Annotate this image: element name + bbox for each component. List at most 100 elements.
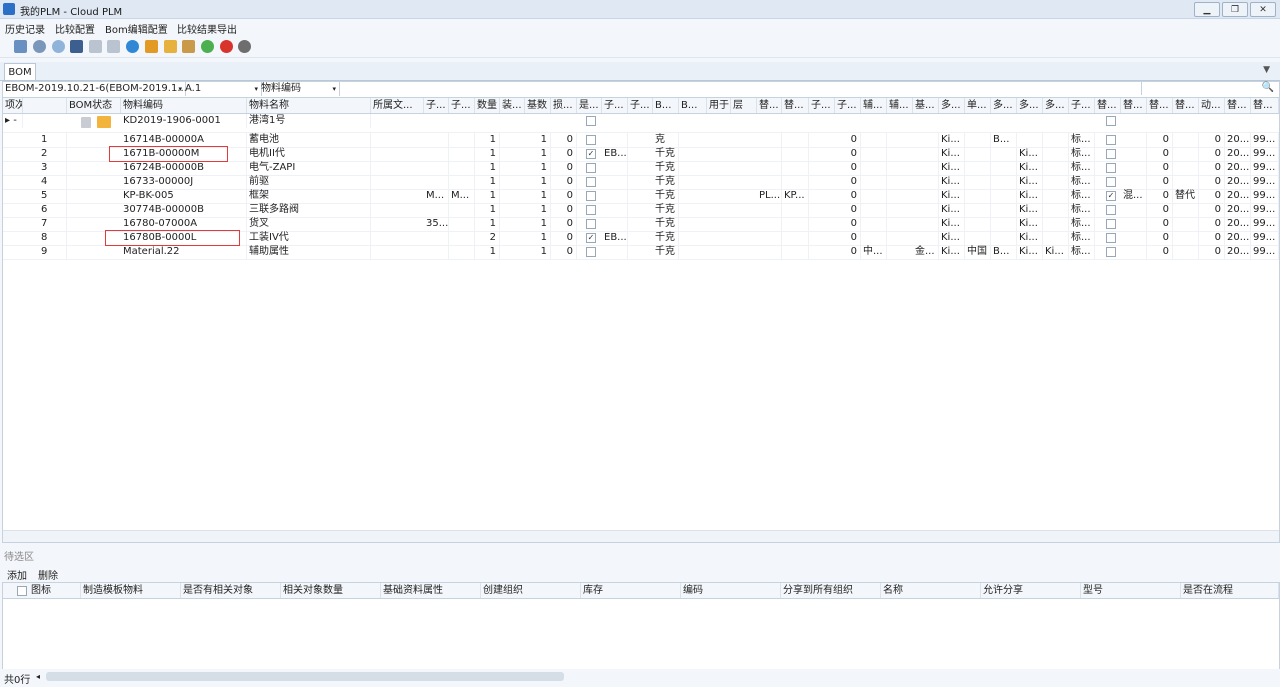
column-header[interactable]: 项次 <box>3 98 23 113</box>
column-header[interactable]: 子... <box>809 98 835 113</box>
bom-version-select[interactable]: EBOM-2019.10.21-6(EBOM-2019.1... ▾ <box>3 82 186 96</box>
restore-button[interactable]: ❐ <box>1222 2 1248 17</box>
is-checkbox[interactable]: ✓ <box>586 233 596 243</box>
replace-checkbox[interactable] <box>1106 177 1116 187</box>
add-button[interactable]: 添加 <box>7 567 27 582</box>
column-header[interactable]: 替... <box>1251 98 1279 113</box>
pending-column-header[interactable]: 基础资料属性 <box>381 583 481 598</box>
horizontal-scroll-thumb[interactable] <box>46 672 564 681</box>
column-header[interactable]: 损... <box>551 98 577 113</box>
pending-column-header[interactable]: 编码 <box>681 583 781 598</box>
grid-horizontal-scrollbar[interactable] <box>3 530 1279 542</box>
column-header[interactable]: 子... <box>628 98 653 113</box>
column-header[interactable]: B... <box>679 98 707 113</box>
menu-history[interactable]: 历史记录 <box>5 21 45 36</box>
tab-bom[interactable]: BOM <box>4 63 36 80</box>
expand-toggle-icon[interactable]: ▸ - <box>3 114 23 128</box>
is-checkbox[interactable] <box>586 219 596 229</box>
column-header[interactable]: 辅... <box>861 98 887 113</box>
search-input[interactable]: 🔍 <box>1141 82 1277 95</box>
column-header[interactable]: 基数 <box>525 98 551 113</box>
pending-column-header[interactable]: 库存 <box>581 583 681 598</box>
column-header[interactable]: 替... <box>757 98 782 113</box>
is-checkbox[interactable] <box>586 163 596 173</box>
column-header[interactable]: 子... <box>1069 98 1095 113</box>
column-header[interactable]: BOM状态 <box>67 98 121 113</box>
replace-checkbox[interactable] <box>1106 233 1116 243</box>
column-header[interactable]: 替... <box>1121 98 1147 113</box>
replace-checkbox[interactable] <box>1106 135 1116 145</box>
table-row[interactable]: 6 30774B-00000B 三联多路阀 1 1 0 千克 0 Ki... Ki... 标... 0… <box>3 203 1279 218</box>
column-header[interactable]: 物料编码 <box>121 98 247 113</box>
new-icon[interactable] <box>14 40 27 53</box>
is-checkbox[interactable]: ✓ <box>586 149 596 159</box>
pending-column-header[interactable]: 是否在流程 <box>1181 583 1279 598</box>
tab-dropdown-icon[interactable]: ▼ <box>1263 65 1270 75</box>
is-checkbox[interactable] <box>586 205 596 215</box>
copy-icon[interactable] <box>145 40 158 53</box>
column-header[interactable]: 替... <box>1095 98 1121 113</box>
column-header[interactable]: 替... <box>1173 98 1199 113</box>
pending-column-header[interactable]: 允许分享 <box>981 583 1081 598</box>
search-icon[interactable]: 🔍 <box>1262 82 1274 93</box>
is-checkbox[interactable] <box>586 191 596 201</box>
column-header[interactable]: 子... <box>602 98 628 113</box>
column-header[interactable]: 基... <box>913 98 939 113</box>
column-header[interactable]: B... <box>653 98 679 113</box>
report-icon[interactable] <box>182 40 195 53</box>
undo-icon[interactable] <box>89 40 102 53</box>
column-header[interactable]: 多... <box>991 98 1017 113</box>
close-button[interactable]: ✕ <box>1250 2 1276 17</box>
refresh-icon[interactable] <box>52 40 65 53</box>
column-header[interactable]: 物料名称 <box>247 98 371 113</box>
pending-column-header[interactable]: 相关对象数量 <box>281 583 381 598</box>
scroll-left-icon[interactable]: ◂ <box>36 672 40 681</box>
column-header[interactable]: 多... <box>1017 98 1043 113</box>
pending-column-header[interactable]: 图标 <box>29 583 81 598</box>
replace-checkbox[interactable] <box>1106 116 1116 126</box>
column-header[interactable]: 装... <box>500 98 525 113</box>
column-header[interactable] <box>23 98 67 113</box>
search-icon[interactable] <box>33 40 46 53</box>
table-row[interactable]: 5 KP-BK-005 框架 M... M... 1 1 0 千克 PL... KP... 0 Ki..… <box>3 189 1279 204</box>
column-header[interactable]: 替... <box>1147 98 1173 113</box>
column-header[interactable]: 辅... <box>887 98 913 113</box>
replace-checkbox[interactable] <box>1106 163 1116 173</box>
replace-checkbox[interactable] <box>1106 149 1116 159</box>
column-header[interactable]: 所属文... <box>371 98 424 113</box>
delete-button[interactable]: 删除 <box>38 567 58 582</box>
is-checkbox[interactable] <box>586 135 596 145</box>
is-checkbox[interactable] <box>586 116 596 126</box>
table-row[interactable]: 4 16733-00000J 前驱 1 1 0 千克 0 Ki... Ki... 标... 0 0 20.… <box>3 175 1279 190</box>
approve-icon[interactable] <box>201 40 214 53</box>
pending-column-header[interactable]: 是否有相关对象 <box>181 583 281 598</box>
pending-column-header[interactable]: 型号 <box>1081 583 1181 598</box>
column-header[interactable]: 层 <box>731 98 757 113</box>
minimize-button[interactable]: ▁ <box>1194 2 1220 17</box>
column-header[interactable]: 数量 <box>475 98 500 113</box>
save-icon[interactable] <box>70 40 83 53</box>
menu-compare-config[interactable]: 比较配置 <box>55 21 95 36</box>
sync-icon[interactable] <box>126 40 139 53</box>
field-select[interactable]: 物料编码 ▾ <box>259 82 340 96</box>
column-header[interactable]: 子... <box>835 98 861 113</box>
column-header[interactable]: 多... <box>1043 98 1069 113</box>
menu-bom-edit-config[interactable]: Bom编辑配置 <box>105 21 168 36</box>
pending-column-header[interactable]: 分享到所有组织 <box>781 583 881 598</box>
column-header[interactable]: 多... <box>939 98 965 113</box>
select-all-checkbox[interactable] <box>17 586 27 596</box>
view-icon[interactable] <box>238 40 251 53</box>
cancel-icon[interactable] <box>220 40 233 53</box>
column-header[interactable]: 替... <box>1225 98 1251 113</box>
table-row[interactable]: 9 Material.22 辅助属性 1 1 0 千克 0 中... 金... Ki... 中国 B..… <box>3 245 1279 260</box>
pending-column-header[interactable]: 名称 <box>881 583 981 598</box>
table-row[interactable]: 3 16724B-00000B 电气-ZAPI 1 1 0 千克 0 Ki... Ki... 标..… <box>3 161 1279 176</box>
column-header[interactable]: 子... <box>449 98 475 113</box>
replace-checkbox[interactable]: ✓ <box>1106 191 1116 201</box>
revision-select[interactable]: A.1 ▾ <box>183 82 262 96</box>
pending-column-header[interactable]: 制造模板物料 <box>81 583 181 598</box>
column-header[interactable]: 子... <box>424 98 449 113</box>
is-checkbox[interactable] <box>586 177 596 187</box>
edit-icon[interactable] <box>164 40 177 53</box>
is-checkbox[interactable] <box>586 247 596 257</box>
